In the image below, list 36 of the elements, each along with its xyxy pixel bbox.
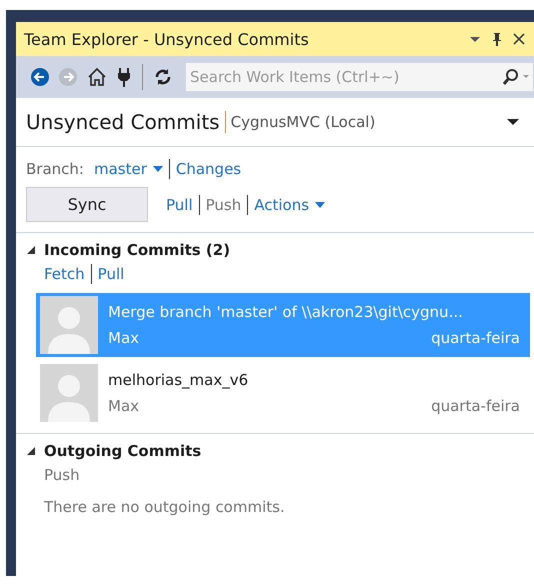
empty-message: There are no outgoing commits. (44, 498, 286, 516)
commit-date: quarta-feira (431, 329, 520, 347)
branch-label: Branch: (26, 160, 84, 178)
pin-icon[interactable] (490, 31, 504, 47)
avatar-icon (40, 364, 98, 422)
repository-name: CygnusMVC (Local) (230, 113, 376, 131)
avatar-icon (40, 296, 98, 354)
refresh-icon[interactable] (153, 67, 173, 87)
close-icon[interactable] (512, 32, 526, 46)
commit-author: Max (108, 329, 140, 347)
search-icon[interactable] (502, 68, 530, 86)
commit-item[interactable]: Merge branch 'master' of \\akron23\git\cygnu... Max quarta-feira (36, 293, 530, 357)
section-link[interactable]: Fetch (44, 265, 85, 283)
commit-message: Merge branch 'master' of \\akron23\git\cygnu... (108, 303, 464, 321)
caret-icon (152, 166, 163, 172)
commit-date: quarta-feira (431, 397, 520, 415)
section-title: Incoming Commits (2) (44, 241, 230, 259)
window-title: Team Explorer - Unsynced Commits (24, 30, 310, 48)
commit-author: Max (108, 397, 140, 415)
section-link[interactable]: Pull (98, 265, 124, 283)
changes-link[interactable]: Changes (176, 160, 242, 178)
home-icon[interactable] (86, 66, 108, 88)
commit-message: melhorias_max_v6 (108, 371, 250, 389)
commit-item[interactable]: melhorias_max_v6 Max quarta-feira (36, 361, 530, 425)
expander-icon[interactable] (26, 245, 36, 255)
action-link[interactable]: Pull (166, 196, 193, 214)
back-icon[interactable] (30, 67, 50, 87)
action-link[interactable]: Actions (254, 196, 326, 214)
branch-dropdown[interactable]: master (94, 160, 163, 178)
plug-icon[interactable] (116, 66, 132, 88)
page-title: Unsynced Commits (26, 110, 220, 134)
dropdown-icon[interactable] (506, 117, 520, 127)
section-title: Outgoing Commits (44, 442, 202, 460)
sync-button[interactable]: Sync (26, 187, 148, 222)
expander-icon[interactable] (26, 446, 36, 456)
search-field[interactable]: Search Work Items (Ctrl+~) (185, 62, 534, 92)
